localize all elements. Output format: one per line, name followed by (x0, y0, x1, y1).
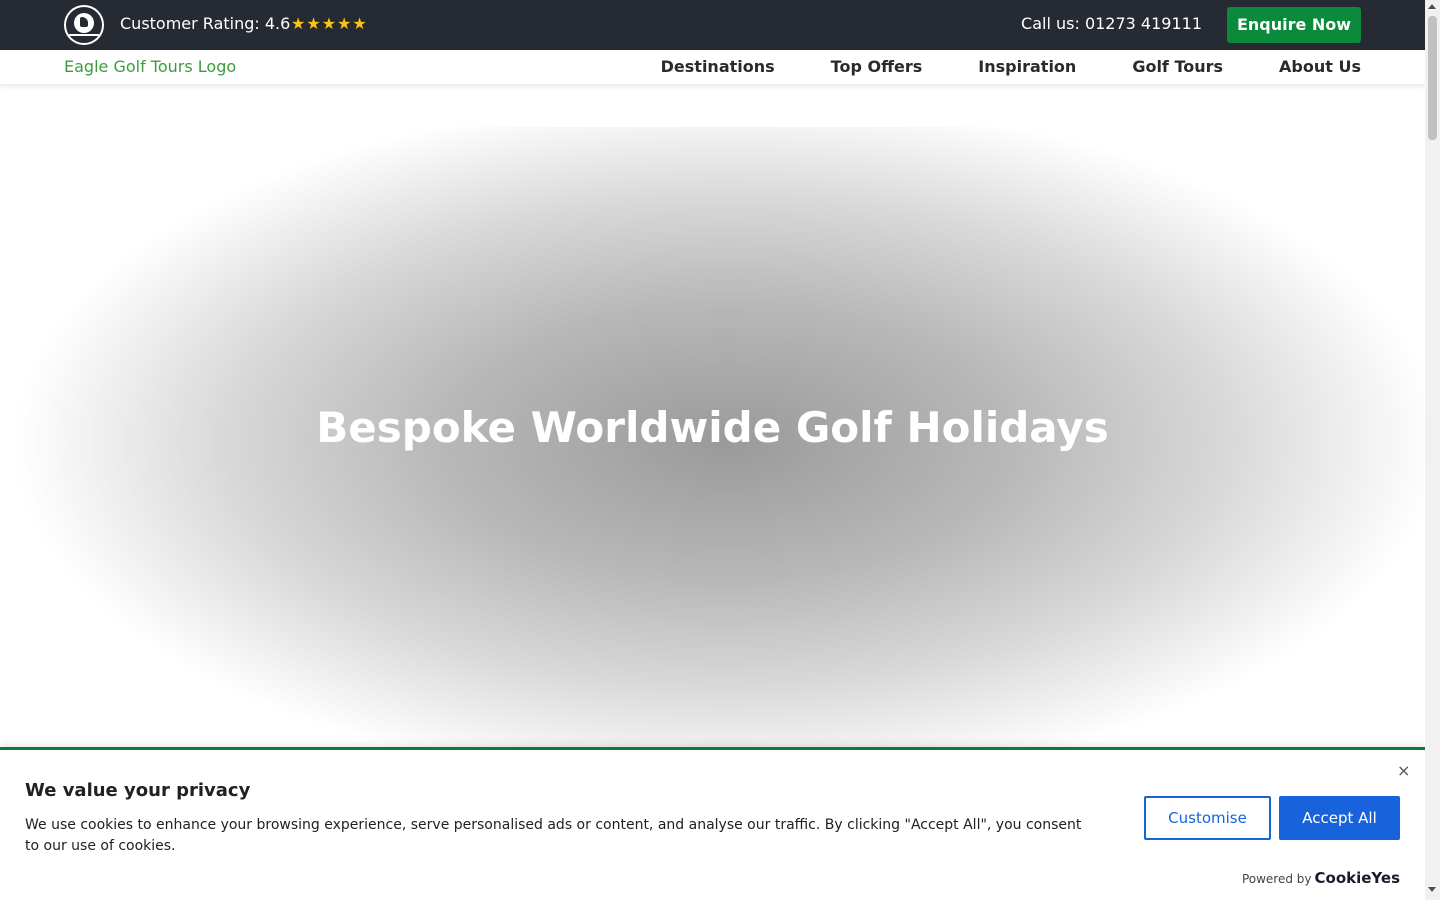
powered-by-label: Powered by (1241, 872, 1312, 886)
accept-all-button[interactable]: Accept All (1279, 796, 1400, 840)
abta-protected-logo-icon (64, 5, 104, 45)
nav-inspiration[interactable]: Inspiration (978, 57, 1076, 77)
nav-destinations[interactable]: Destinations (661, 57, 775, 77)
main-nav: Destinations Top Offers Inspiration Golf… (661, 57, 1361, 77)
page-scrollbar[interactable] (1425, 0, 1440, 900)
nav-top-offers[interactable]: Top Offers (831, 57, 923, 77)
phone-number-link[interactable]: Call us: 01273 419111 (1021, 13, 1202, 35)
customise-button[interactable]: Customise (1144, 796, 1271, 840)
nav-golf-tours[interactable]: Golf Tours (1132, 57, 1223, 77)
close-icon[interactable]: × (1397, 763, 1410, 779)
enquire-now-button[interactable]: Enquire Now (1227, 7, 1361, 43)
scrollbar-thumb[interactable] (1428, 16, 1437, 140)
cookie-message: We use cookies to enhance your browsing … (25, 817, 1082, 854)
top-bar: Customer Rating: 4.6 ★★★★★ Call us: 0127… (0, 0, 1425, 50)
scroll-down-arrow-icon[interactable] (1428, 887, 1436, 892)
rating-stars-icon: ★★★★★ (291, 14, 368, 33)
cookie-title: We value your privacy (25, 780, 251, 801)
scroll-up-arrow-icon[interactable] (1428, 4, 1436, 9)
nav-about-us[interactable]: About Us (1279, 57, 1361, 77)
logo-alt-text: Eagle Golf Tours Logo (64, 57, 237, 76)
customer-rating: Customer Rating: 4.6 (120, 14, 291, 33)
cookieyes-logo[interactable]: CookieYes (1315, 869, 1401, 887)
main-navbar: Eagle Golf Tours Logo Destinations Top O… (0, 50, 1425, 85)
hero-heading: Bespoke Worldwide Golf Holidays (316, 403, 1109, 452)
site-logo[interactable]: Eagle Golf Tours Logo (64, 57, 236, 77)
hero-banner: Bespoke Worldwide Golf Holidays (0, 127, 1425, 757)
powered-by: Powered by CookieYes (1242, 870, 1400, 887)
cookie-consent-banner: We value your privacy We use cookies to … (0, 747, 1425, 900)
